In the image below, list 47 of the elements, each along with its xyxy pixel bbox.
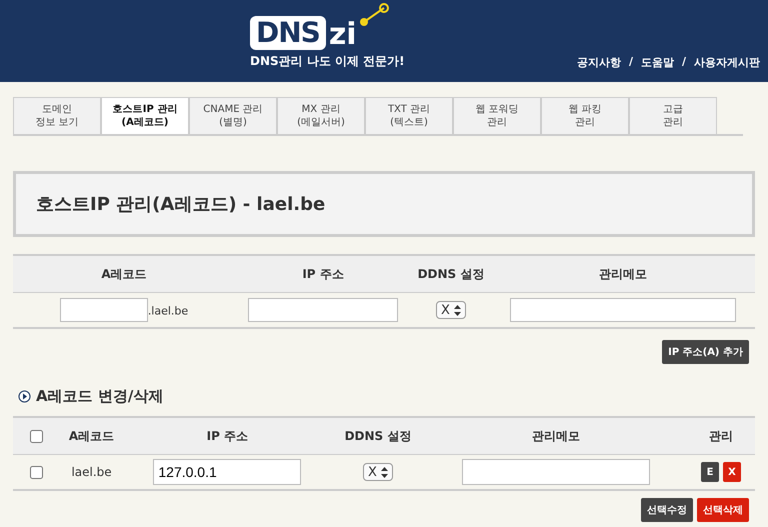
section-heading: A레코드 변경/삭제 [36, 387, 164, 406]
ddns-select[interactable]: X [363, 463, 393, 481]
column-header: A레코드 [59, 417, 124, 454]
page-title: 호스트IP 관리(A레코드) - lael.be [36, 193, 326, 216]
tagline: DNS관리 나도 이제 전문가! [250, 53, 405, 70]
column-header: DDNS 설정 [330, 417, 426, 454]
delete-button[interactable]: X [723, 462, 741, 482]
separator: / [682, 55, 686, 70]
ip-input-field[interactable] [248, 298, 398, 322]
ip-input-field[interactable]: 127.0.0.1 [153, 459, 302, 485]
up-down-arrows-icon [380, 466, 388, 478]
column-header: A레코드 [13, 255, 235, 292]
node-icon [360, 2, 390, 26]
separator: / [628, 55, 633, 70]
header-link[interactable]: 사용자게시판 [694, 55, 760, 70]
logo-text: zi [328, 20, 357, 50]
column-header: DDNS 설정 [411, 255, 491, 292]
column-header: 관리메모 [425, 417, 687, 454]
row-checkbox[interactable] [30, 466, 43, 478]
play-circle-icon [18, 390, 31, 403]
record-input-field[interactable] [60, 298, 148, 322]
select-all-checkbox[interactable] [30, 430, 43, 442]
tab[interactable]: CNAME 관리 (별명) [189, 97, 277, 134]
edit-button[interactable]: E [701, 462, 719, 482]
ddns-select[interactable]: X [436, 301, 466, 319]
tab[interactable]: 웹 포워딩 관리 [453, 97, 541, 134]
column-header: IP 주소 [124, 417, 331, 454]
column-header: IP 주소 [235, 255, 412, 292]
table-cell: lael.be [59, 454, 124, 490]
tab[interactable]: 웹 파킹 관리 [541, 97, 629, 134]
modify-selected-button[interactable]: 선택수정 [641, 498, 693, 522]
delete-selected-button[interactable]: 선택삭제 [697, 498, 749, 522]
tab[interactable]: 도메인 정보 보기 [13, 97, 101, 134]
tab[interactable]: 고급 관리 [629, 97, 717, 134]
column-header: 관리 [687, 417, 755, 454]
tab[interactable]: TXT 관리 (텍스트) [365, 97, 453, 134]
up-down-arrows-icon [454, 304, 461, 316]
column-header: 관리메모 [490, 255, 755, 292]
domain-suffix: .lael.be [148, 304, 188, 318]
memo-input-field[interactable] [510, 298, 736, 322]
add-button[interactable]: IP 주소(A) 추가 [662, 340, 749, 364]
header-link[interactable]: 공지사항 [576, 55, 621, 70]
header-link[interactable]: 도움말 [640, 55, 674, 70]
memo-input-field[interactable] [462, 459, 650, 485]
tab[interactable]: 호스트IP 관리 (A레코드) [101, 97, 189, 134]
tab[interactable]: MX 관리 (메일서버) [277, 97, 365, 134]
logo-box: DNS [250, 16, 326, 50]
